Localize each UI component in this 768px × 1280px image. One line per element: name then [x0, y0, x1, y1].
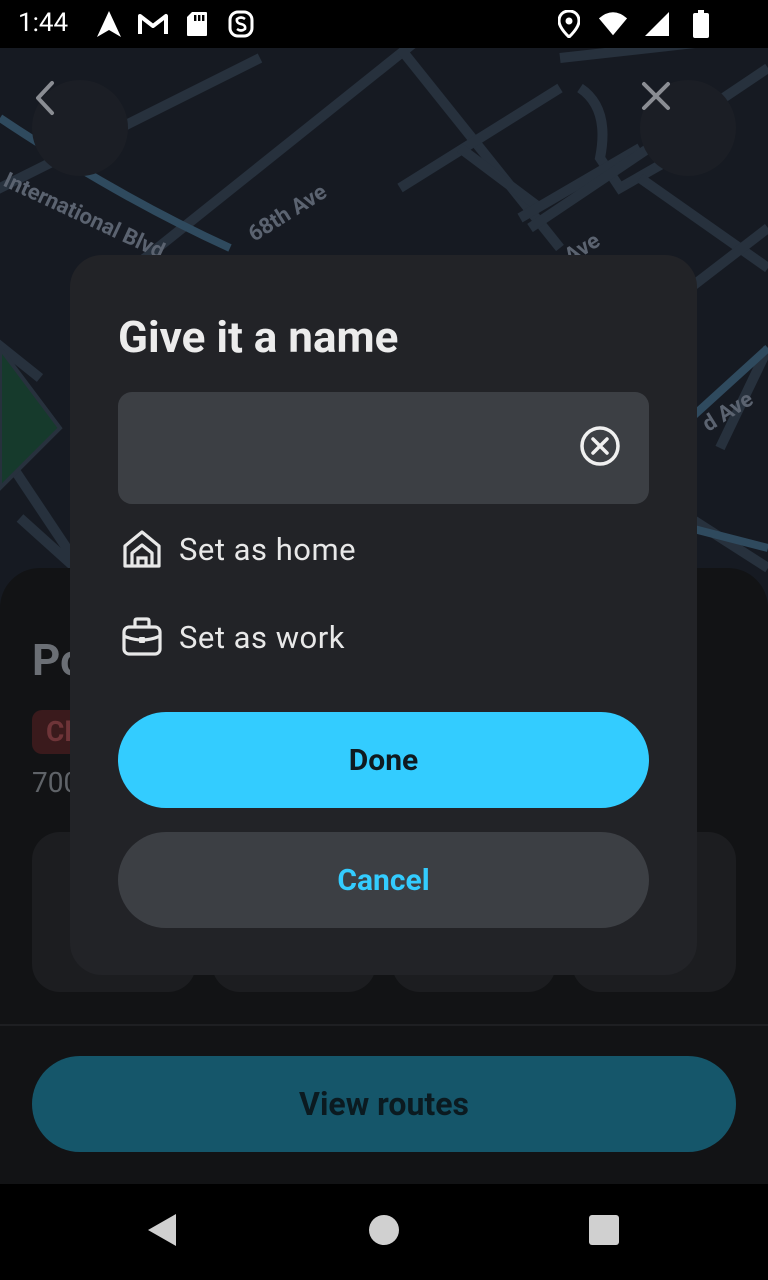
app-s-icon: [226, 9, 256, 39]
sd-card-icon: [182, 9, 212, 39]
divider: [0, 1024, 768, 1026]
name-input-field[interactable]: [118, 392, 649, 504]
circle-home-icon: [368, 1214, 400, 1250]
name-place-dialog: Give it a name Set as home Set as work D…: [70, 255, 697, 975]
location-icon: [554, 9, 584, 39]
gmail-icon: [138, 9, 168, 39]
signal-icon: [642, 9, 672, 39]
nav-recents-button[interactable]: [584, 1212, 624, 1252]
set-as-work-label: Set as work: [179, 618, 345, 656]
name-input[interactable]: [142, 392, 562, 504]
navigation-icon: [94, 9, 124, 39]
battery-icon: [686, 9, 716, 39]
set-as-home-label: Set as home: [179, 530, 357, 568]
done-button[interactable]: Done: [118, 712, 649, 808]
briefcase-icon: [118, 613, 166, 661]
set-as-home-option[interactable]: Set as home: [118, 519, 649, 579]
status-icons-right: [554, 9, 716, 39]
nav-back-button[interactable]: [142, 1212, 182, 1252]
set-as-work-option[interactable]: Set as work: [118, 607, 649, 667]
cancel-button[interactable]: Cancel: [118, 832, 649, 928]
square-recents-icon: [588, 1214, 620, 1250]
view-routes-button[interactable]: View routes: [32, 1056, 736, 1152]
status-icons-left: [94, 9, 256, 39]
dialog-title: Give it a name: [118, 311, 399, 363]
nav-home-button[interactable]: [364, 1212, 404, 1252]
wifi-icon: [598, 9, 628, 39]
home-icon: [118, 525, 166, 573]
clear-input-button[interactable]: [578, 426, 622, 470]
system-nav-bar: [0, 1184, 768, 1280]
status-bar: 1:44: [0, 0, 768, 48]
status-time: 1:44: [18, 8, 69, 38]
triangle-back-icon: [146, 1213, 178, 1251]
clear-circle-icon: [579, 425, 621, 471]
close-button[interactable]: [640, 80, 736, 176]
back-button[interactable]: [32, 80, 128, 176]
